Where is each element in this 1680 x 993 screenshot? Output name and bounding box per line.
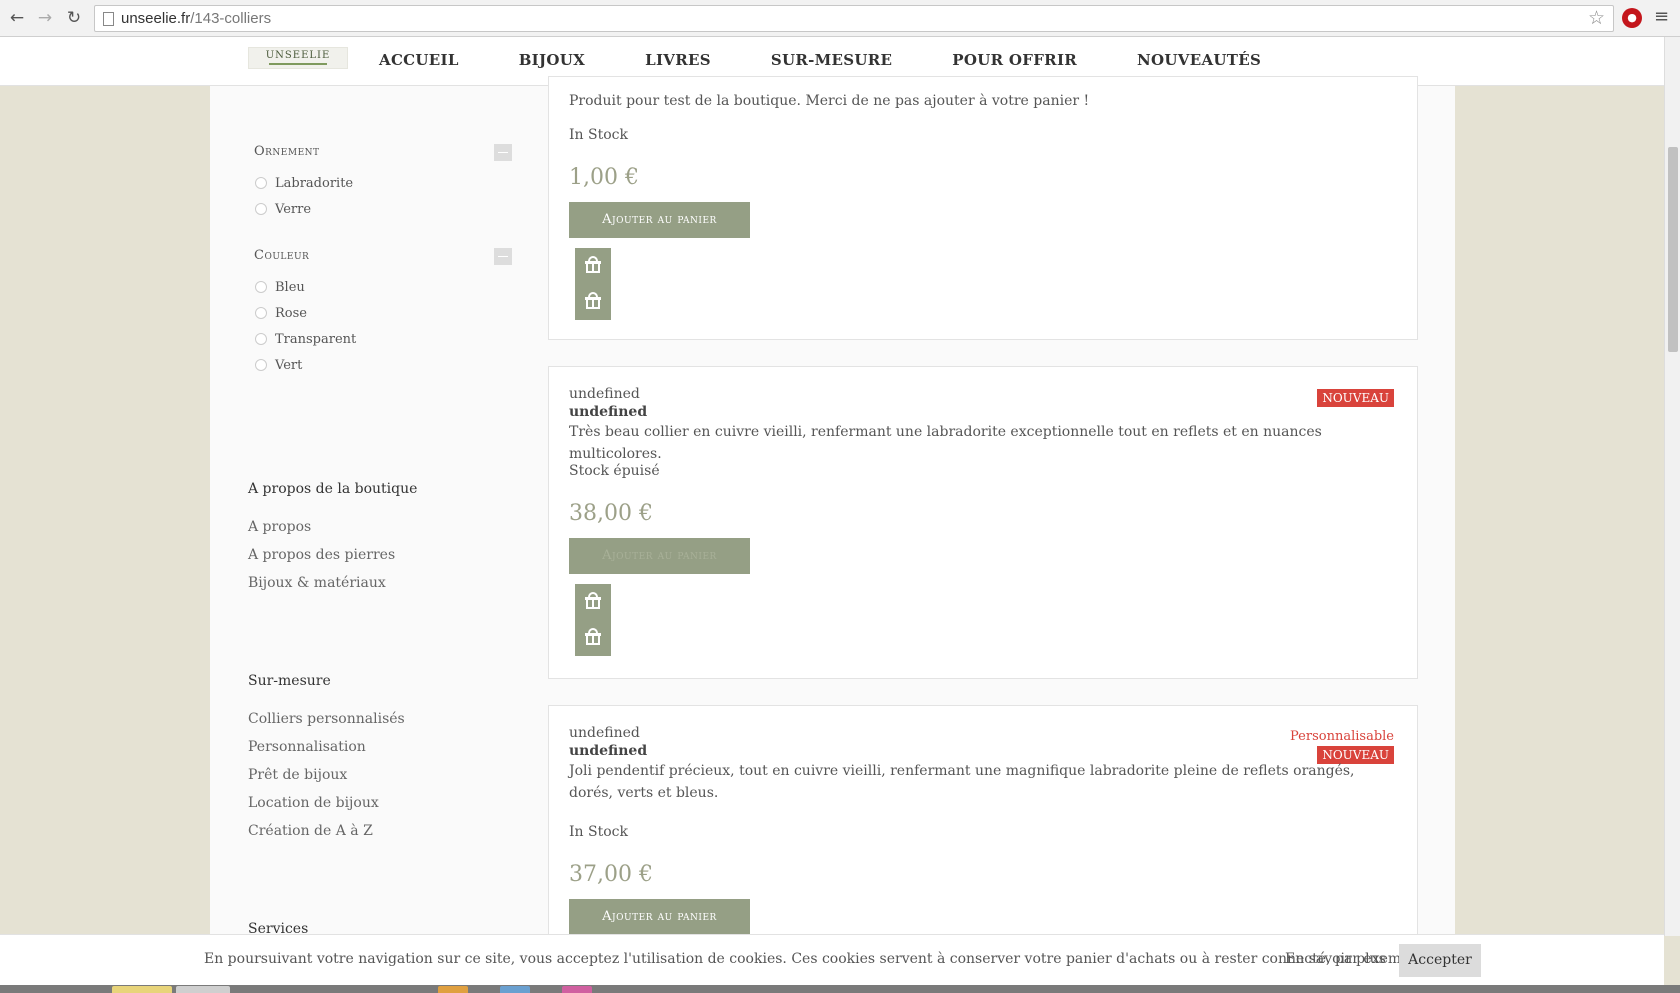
- browser-toolbar: ← → ↻ unseelie.fr/143-colliers ☆ ● ≡: [0, 0, 1680, 37]
- product-card: Produit pour test de la boutique. Merci …: [548, 76, 1418, 340]
- address-bar[interactable]: unseelie.fr/143-colliers ☆: [94, 5, 1614, 32]
- sidebar-link[interactable]: Colliers personnalisés: [248, 711, 405, 727]
- gift-icon[interactable]: [585, 256, 601, 274]
- product-card: undefined Personnalisable NOUVEAU undefi…: [548, 705, 1418, 965]
- scrollbar-thumb[interactable]: [1668, 147, 1678, 352]
- taskbar-item[interactable]: [500, 986, 530, 993]
- product-description: Joli pendentif précieux, tout en cuivre …: [569, 763, 1355, 801]
- nav-accueil[interactable]: ACCUEIL: [379, 51, 459, 69]
- product-stock: In Stock: [569, 127, 628, 143]
- nav-sur-mesure[interactable]: SUR-MESURE: [771, 51, 892, 69]
- gift-icon[interactable]: [585, 628, 601, 646]
- product-card: undefined NOUVEAU undefined Très beau co…: [548, 366, 1418, 679]
- page-content: Ornement Labradorite Verre Couleur Bleu …: [210, 76, 1455, 965]
- forward-arrow-icon[interactable]: →: [34, 7, 56, 29]
- product-price: 1,00 €: [569, 165, 639, 190]
- page-scrollbar[interactable]: [1664, 37, 1680, 936]
- sidebar: Ornement Labradorite Verre Couleur Bleu …: [210, 86, 512, 937]
- product-stock: In Stock: [569, 824, 628, 840]
- cookie-text: En poursuivant votre navigation sur ce s…: [204, 951, 1428, 967]
- product-description: Très beau collier en cuivre vieilli, ren…: [569, 424, 1322, 462]
- new-badge: NOUVEAU: [1317, 389, 1394, 407]
- collapse-icon[interactable]: [494, 248, 512, 265]
- radio-button[interactable]: [255, 203, 267, 215]
- cookie-banner: En poursuivant votre navigation sur ce s…: [0, 934, 1664, 985]
- gift-icon[interactable]: [585, 292, 601, 310]
- gift-options: [575, 584, 611, 656]
- nav-pour-offrir[interactable]: POUR OFFRIR: [952, 51, 1077, 69]
- radio-button[interactable]: [255, 281, 267, 293]
- radio-button[interactable]: [255, 359, 267, 371]
- product-category: undefined: [569, 725, 640, 741]
- radio-button[interactable]: [255, 333, 267, 345]
- gift-options: [575, 248, 611, 320]
- nav-nouveautes[interactable]: NOUVEAUTÉS: [1137, 51, 1261, 69]
- taskbar-item[interactable]: [438, 986, 468, 993]
- personalizable-badge: Personnalisable: [1290, 729, 1394, 744]
- filter-title-ornement: Ornement: [254, 144, 320, 159]
- sidebar-link[interactable]: A propos: [248, 519, 311, 535]
- sidebar-link[interactable]: Prêt de bijoux: [248, 767, 347, 783]
- add-to-cart-button[interactable]: Ajouter au panier: [569, 538, 750, 574]
- product-name[interactable]: undefined: [569, 743, 647, 759]
- url-text[interactable]: unseelie.fr/143-colliers: [121, 10, 271, 27]
- gift-icon[interactable]: [585, 592, 601, 610]
- logo-underline: [269, 63, 327, 65]
- logo-text: UNSEELIE: [265, 50, 331, 61]
- sidebar-link[interactable]: Bijoux & matériaux: [248, 575, 386, 591]
- product-category: undefined: [569, 386, 640, 402]
- taskbar: [0, 985, 1680, 993]
- star-icon[interactable]: ☆: [1588, 7, 1605, 29]
- taskbar-item[interactable]: [176, 986, 230, 993]
- extension-icon[interactable]: ●: [1622, 8, 1642, 28]
- cookie-accept-button[interactable]: Accepter: [1399, 944, 1481, 977]
- taskbar-item[interactable]: [112, 986, 172, 993]
- sidebar-heading-apropos: A propos de la boutique: [248, 481, 418, 497]
- main-nav: ACCUEIL BIJOUX LIVRES SUR-MESURE POUR OF…: [379, 51, 1321, 69]
- radio-button[interactable]: [255, 177, 267, 189]
- site-logo[interactable]: UNSEELIE: [248, 47, 348, 69]
- collapse-icon[interactable]: [494, 144, 512, 161]
- product-name[interactable]: undefined: [569, 404, 647, 420]
- sidebar-link[interactable]: Location de bijoux: [248, 795, 379, 811]
- reload-icon[interactable]: ↻: [63, 7, 85, 29]
- radio-button[interactable]: [255, 307, 267, 319]
- product-price: 37,00 €: [569, 862, 653, 887]
- taskbar-item[interactable]: [562, 986, 592, 993]
- nav-livres[interactable]: LIVRES: [645, 51, 711, 69]
- page-icon: [103, 12, 114, 26]
- sidebar-link[interactable]: Création de A à Z: [248, 823, 373, 839]
- back-arrow-icon[interactable]: ←: [6, 7, 28, 29]
- filter-title-couleur: Couleur: [254, 248, 310, 263]
- sidebar-heading-sur-mesure: Sur-mesure: [248, 673, 331, 689]
- add-to-cart-button[interactable]: Ajouter au panier: [569, 899, 750, 935]
- product-stock: Stock épuisé: [569, 463, 660, 479]
- product-description: Produit pour test de la boutique. Merci …: [569, 93, 1090, 109]
- sidebar-link[interactable]: Personnalisation: [248, 739, 366, 755]
- nav-bijoux[interactable]: BIJOUX: [519, 51, 585, 69]
- product-price: 38,00 €: [569, 501, 653, 526]
- menu-icon[interactable]: ≡: [1654, 6, 1669, 27]
- sidebar-link[interactable]: A propos des pierres: [248, 547, 395, 563]
- cookie-more-link[interactable]: En savoir plus: [1285, 951, 1386, 967]
- add-to-cart-button[interactable]: Ajouter au panier: [569, 202, 750, 238]
